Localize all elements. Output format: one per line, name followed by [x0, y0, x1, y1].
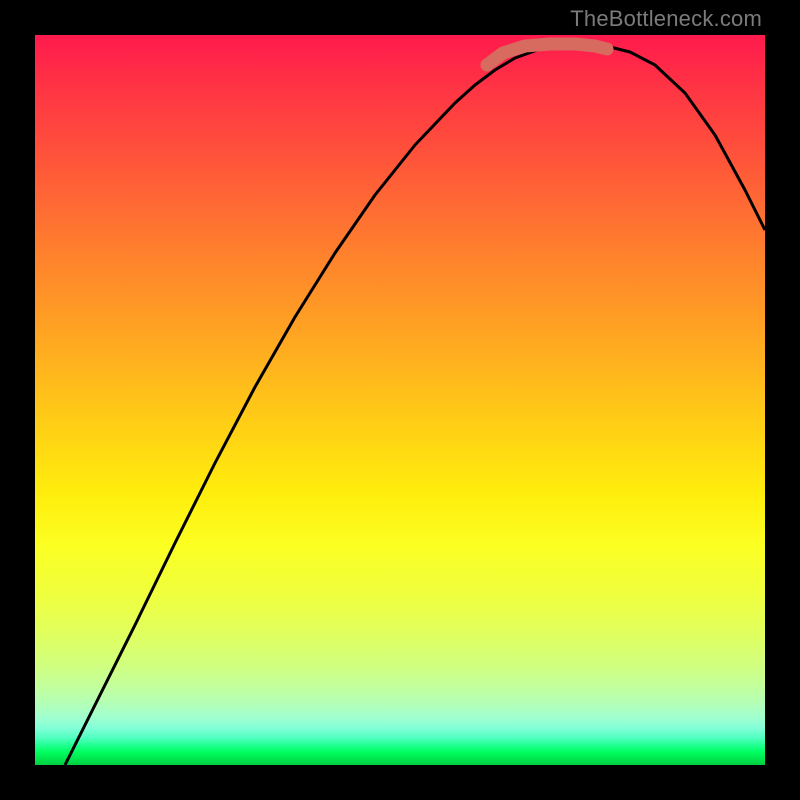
watermark-text: TheBottleneck.com: [570, 6, 762, 32]
chart-container: TheBottleneck.com: [0, 0, 800, 800]
bottleneck-curve: [65, 45, 765, 765]
highlight-segment: [487, 44, 607, 65]
chart-svg: [35, 35, 765, 765]
plot-area: [35, 35, 765, 765]
